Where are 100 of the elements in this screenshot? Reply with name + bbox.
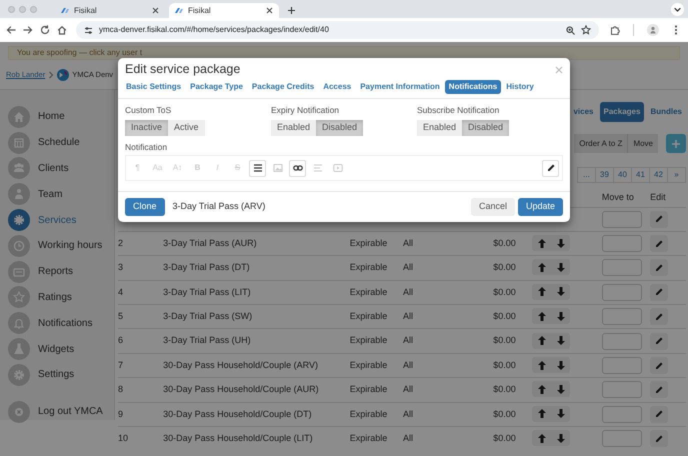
pencil-icon <box>655 240 664 248</box>
dialog-tab[interactable]: Payment Information <box>356 80 444 94</box>
table-cell: 3 <box>118 262 124 272</box>
dialog-tab[interactable]: Notifications <box>444 80 502 94</box>
reload-icon[interactable] <box>40 25 50 35</box>
move-to-field[interactable] <box>602 235 642 252</box>
package-name: 3-Day Trial Pass (AUR) <box>163 238 257 248</box>
sidebar-item[interactable]: Reports <box>8 258 114 285</box>
move-to-field[interactable] <box>602 284 642 301</box>
toggle-option[interactable]: Disabled <box>316 120 364 136</box>
plus-icon <box>672 140 680 148</box>
calendar-icon <box>8 132 30 154</box>
sidebar-item[interactable]: Team <box>8 181 114 208</box>
format-button[interactable] <box>249 160 266 177</box>
package-name: 3-Day Trial Pass (ARV) <box>172 200 266 214</box>
flask-icon <box>8 338 30 360</box>
tab-list-icon[interactable] <box>671 3 684 16</box>
sidebar-item[interactable]: Working hours <box>8 232 114 259</box>
section-tab[interactable]: Packages <box>600 102 644 122</box>
down-arrow-icon <box>556 262 565 272</box>
sidebar-item[interactable]: Services <box>8 207 114 233</box>
link-icon <box>292 163 302 174</box>
move-to-field[interactable] <box>602 406 642 423</box>
table-cell: Expirable <box>350 433 388 444</box>
logo-icon <box>57 68 70 80</box>
page-link[interactable]: 40 <box>613 167 632 183</box>
chevron-icon <box>48 70 54 78</box>
close-icon[interactable] <box>266 7 273 14</box>
profile-icon[interactable] <box>647 24 659 36</box>
pencil-icon <box>655 312 664 321</box>
edit-button[interactable] <box>542 160 559 177</box>
package-name: 30-Day Pass Household/Couple (DT) <box>163 408 312 419</box>
sidebar-item[interactable]: Schedule <box>8 130 114 156</box>
table-cell: All <box>403 433 414 444</box>
page-link[interactable]: » <box>667 167 686 183</box>
page-link[interactable]: 42 <box>649 167 668 183</box>
zoom-icon[interactable] <box>566 26 575 34</box>
down-arrow-icon <box>556 409 565 418</box>
sidebar-item[interactable]: Widgets <box>8 336 114 362</box>
pencil-icon <box>655 434 664 443</box>
dialog-tab[interactable]: Basic Settings <box>122 80 186 94</box>
down-arrow-icon <box>556 238 565 248</box>
up-arrow-icon <box>538 312 546 321</box>
sidebar-item[interactable]: Settings <box>8 362 114 388</box>
move-to-field[interactable] <box>602 357 642 374</box>
table-cell: $0.00 <box>493 433 516 444</box>
update-button[interactable]: Update <box>518 198 563 216</box>
move-to-field[interactable] <box>602 381 642 398</box>
forward-icon[interactable] <box>23 25 33 35</box>
sidebar-item[interactable]: Clients <box>8 156 114 182</box>
up-arrow-icon <box>538 360 546 370</box>
table-cell: All <box>403 384 414 394</box>
back-icon[interactable] <box>6 25 16 35</box>
table-cell: 2 <box>118 238 124 248</box>
table-cell: All <box>403 335 414 346</box>
new-tab-icon[interactable] <box>287 6 296 15</box>
page-link[interactable]: 39 <box>595 167 614 183</box>
toolbar-button[interactable]: Move <box>627 134 658 153</box>
move-to-field[interactable] <box>602 430 642 448</box>
page-link[interactable]: ... <box>577 167 596 183</box>
extensions-icon[interactable] <box>610 25 620 35</box>
up-arrow-icon <box>538 384 546 394</box>
toggle-option[interactable]: Enabled <box>271 120 316 136</box>
section-tab[interactable]: Bundles <box>646 102 686 122</box>
dialog-tab[interactable]: Access <box>319 80 356 94</box>
home-icon[interactable] <box>57 25 67 35</box>
browser-tab[interactable]: Fisikal <box>55 3 165 18</box>
down-arrow-icon <box>556 312 565 321</box>
dialog-tab[interactable]: History <box>502 80 538 94</box>
toggle-option[interactable]: Active <box>168 120 205 136</box>
close-icon[interactable] <box>152 7 159 14</box>
toolbar-button[interactable]: Order A to Z <box>574 134 628 153</box>
clone-button[interactable]: Clone <box>125 198 165 216</box>
move-to-field[interactable] <box>602 332 642 350</box>
format-button[interactable] <box>289 160 306 177</box>
menu-icon[interactable] <box>674 25 678 35</box>
dialog-tab[interactable]: Package Type <box>186 80 247 94</box>
table-cell: All <box>403 262 414 272</box>
logout-link[interactable]: Log out YMCA <box>8 398 114 425</box>
move-to-field[interactable] <box>602 210 642 228</box>
down-arrow-icon <box>556 384 565 394</box>
toggle-option[interactable]: Enabled <box>417 120 462 136</box>
page-link[interactable]: 41 <box>631 167 650 183</box>
toggle-option[interactable]: Disabled <box>462 120 510 136</box>
pencil-icon <box>655 288 664 296</box>
address-bar[interactable]: ymca-denver.fisikal.com/#/home/services/packages/index/edit/40 <box>76 21 599 39</box>
toggle-option[interactable]: Inactive <box>125 120 168 136</box>
table-cell: 10 <box>118 433 128 444</box>
sidebar-item[interactable]: Notifications <box>8 310 114 336</box>
browser-tab[interactable]: Fisikal <box>169 3 279 18</box>
star-icon[interactable] <box>581 25 591 35</box>
site-settings-icon[interactable] <box>84 26 93 34</box>
sidebar-item[interactable]: Ratings <box>8 284 114 310</box>
move-to-field[interactable] <box>602 259 642 276</box>
section-tab[interactable]: vices <box>572 102 598 122</box>
dialog-tab[interactable]: Package Credits <box>248 80 318 94</box>
down-arrow-icon <box>556 336 565 346</box>
move-to-field[interactable] <box>602 308 642 326</box>
cancel-button[interactable]: Cancel <box>470 198 515 216</box>
sidebar-item[interactable]: Home <box>8 104 114 130</box>
